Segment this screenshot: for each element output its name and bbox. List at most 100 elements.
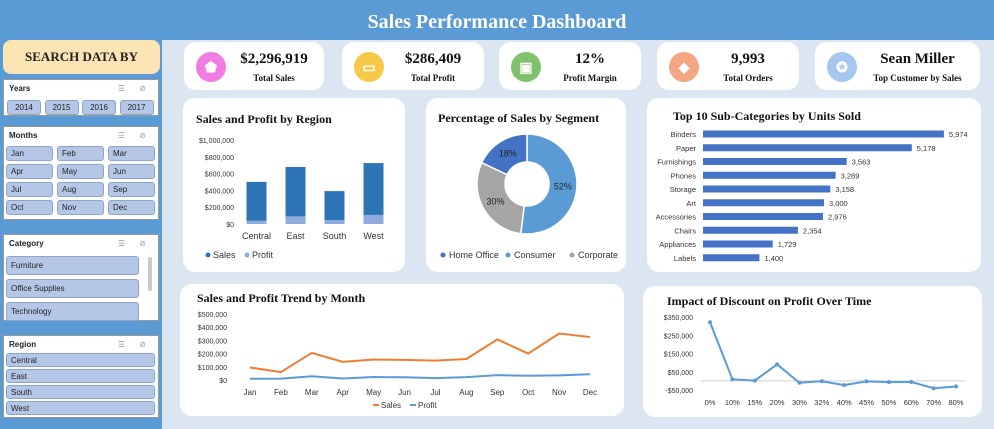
legend-label-profit: Profit (252, 250, 274, 260)
x-tick-label: 0% (705, 398, 716, 407)
profit-bar (246, 220, 267, 224)
x-tick-label: 45% (859, 398, 874, 407)
slicer-controls[interactable]: ☰ ⊘ (118, 239, 152, 248)
y-tick-label: $300,000 (198, 338, 227, 345)
x-tick-label: 32% (814, 398, 829, 407)
category-label: Labels (674, 254, 696, 263)
x-tick-label: Central (242, 231, 271, 241)
year-chip[interactable]: 2016 (82, 100, 116, 115)
category-label: Art (686, 199, 697, 208)
kpi-value: $2,296,919 (240, 51, 308, 67)
sales-line (249, 332, 591, 374)
month-chip[interactable]: Apr (6, 164, 53, 179)
profit-line (249, 373, 591, 380)
units-bar (703, 240, 773, 248)
month-chip[interactable]: Nov (57, 200, 104, 215)
category-chip[interactable]: Furniture (6, 256, 139, 275)
legend-marker (440, 252, 446, 258)
kpi-value: 9,993 (731, 51, 765, 67)
region-chip[interactable]: West (6, 401, 155, 415)
filter-sidebar: SEARCH DATA BY Years ☰ ⊘ 2014 2015 2016 201… (0, 40, 162, 429)
data-point (886, 380, 891, 385)
category-chip[interactable]: Office Supplies (6, 279, 139, 298)
y-tick-label: $250,000 (664, 333, 693, 340)
category-label: Chairs (674, 226, 696, 235)
value-label: 1,400 (764, 254, 783, 263)
x-tick-label: Feb (274, 388, 288, 397)
x-tick-label: Aug (459, 388, 473, 397)
legend-label-profit: Profit (418, 401, 437, 410)
profit-line (709, 321, 957, 390)
kpi-label: Total Profit (410, 73, 456, 83)
x-tick-label: East (286, 231, 305, 241)
month-chip[interactable]: Feb (57, 146, 104, 161)
months-slicer: Months ☰ ⊘ Jan Feb Mar Apr May Jun Jul Aug Sep Oc… (3, 126, 159, 220)
kpi-value: Sean Miller (880, 51, 955, 67)
units-bar (703, 213, 823, 220)
x-tick-label: 60% (904, 398, 919, 407)
year-chip[interactable]: 2017 (119, 100, 154, 115)
slicer-controls[interactable]: ☰ ⊘ (118, 131, 152, 140)
sales-bar (363, 163, 384, 224)
value-label: 3,289 (841, 171, 860, 180)
data-point (775, 362, 780, 367)
month-chip[interactable]: Jan (6, 146, 53, 161)
x-tick-label: May (366, 388, 381, 397)
region-chip[interactable]: Central (6, 353, 155, 367)
y-tick-label: $1,000,000 (199, 138, 234, 145)
value-label: 2,976 (828, 213, 847, 222)
y-tick-label: $400,000 (205, 188, 234, 195)
slicer-scrollbar[interactable] (148, 257, 152, 291)
sales-bar (285, 166, 306, 224)
month-chip[interactable]: May (57, 164, 104, 179)
category-chip[interactable]: Technology (6, 302, 139, 321)
region-chip[interactable]: East (6, 369, 155, 383)
category-label: Binders (671, 130, 697, 139)
month-chip[interactable]: Jul (6, 182, 53, 197)
month-chip[interactable]: Mar (108, 146, 155, 161)
year-chip[interactable]: 2014 (7, 100, 41, 115)
search-title: SEARCH DATA BY (3, 40, 160, 74)
month-chip[interactable]: Aug (57, 182, 104, 197)
x-tick-label: Jan (244, 388, 257, 397)
units-bar (703, 144, 912, 152)
slice-label: 18% (499, 149, 517, 159)
value-label: 3,000 (829, 199, 848, 208)
x-tick-label: Apr (337, 388, 350, 397)
kpi-card: ▣ 12% Profit Margin (499, 42, 641, 90)
category-slicer: Category ☰ ⊘ Furniture Office Supplies Tec… (3, 234, 159, 321)
x-tick-label: Dec (583, 388, 597, 397)
x-tick-label: Jul (430, 388, 440, 397)
y-tick-label: $350,000 (664, 315, 693, 322)
legend-label: Corporate (578, 250, 618, 260)
discount-chart: -$50,000 $50,000 $150,000 $250,000 $350,000 0… (664, 315, 965, 407)
data-point (819, 379, 824, 384)
month-chip[interactable]: Oct (6, 200, 53, 215)
month-chip[interactable]: Jun (108, 164, 155, 179)
data-point (730, 377, 735, 382)
legend-marker (569, 252, 575, 258)
slicer-controls[interactable]: ☰ ⊘ (118, 340, 152, 349)
value-label: 5,178 (917, 144, 936, 153)
slicer-controls[interactable]: ☰ ⊘ (118, 84, 152, 93)
x-tick-label: 40% (837, 398, 852, 407)
month-chip[interactable]: Sep (108, 182, 155, 197)
y-tick-label: $200,000 (205, 205, 234, 212)
region-chip[interactable]: South (6, 385, 155, 399)
discount-chart-card: Impact of Discount on Profit Over Time -… (643, 286, 982, 417)
x-tick-label: 20% (770, 398, 785, 407)
y-tick-label: $0 (226, 222, 234, 229)
money-icon: ▭ (354, 52, 384, 82)
year-chip[interactable]: 2015 (44, 100, 79, 115)
profit-bar (363, 214, 384, 224)
x-tick-label: 30% (792, 398, 807, 407)
units-bar (703, 226, 798, 234)
kpi-value: 12% (575, 51, 605, 67)
trend-chart-card: Sales and Profit Trend by Month $0 $100,0… (180, 284, 624, 416)
legend-label: Consumer (514, 250, 556, 260)
month-chip[interactable]: Dec (108, 200, 155, 215)
y-tick-label: $800,000 (205, 155, 234, 162)
x-tick-label: South (323, 231, 347, 241)
legend-marker-sales (205, 252, 211, 258)
legend-marker-profit (244, 252, 250, 258)
